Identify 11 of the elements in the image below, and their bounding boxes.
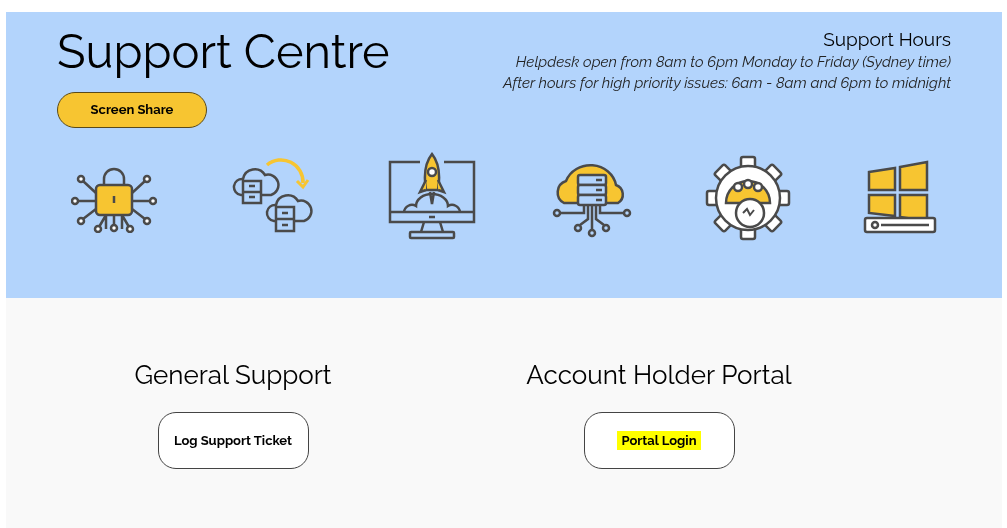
support-hours-heading: Support Hours bbox=[823, 27, 951, 52]
section-button[interactable]: Portal Login bbox=[583, 412, 735, 469]
windows-device-icon bbox=[862, 160, 937, 236]
section-heading: General Support bbox=[134, 359, 332, 392]
support-hours-text: After hours for high priority issues: 6am - 8am and 6pm to midnight bbox=[502, 73, 951, 94]
page-title: Support Centre bbox=[57, 26, 390, 78]
section-button[interactable]: Log Support Ticket bbox=[157, 412, 309, 469]
gear-team-icon bbox=[705, 155, 792, 241]
screen-share-button[interactable]: Screen Share bbox=[57, 92, 207, 128]
support-hours-text: Helpdesk open from 8am to 6pm Monday to Friday (Sydney time) bbox=[515, 52, 951, 73]
section-heading: Account Holder Portal bbox=[526, 359, 792, 392]
